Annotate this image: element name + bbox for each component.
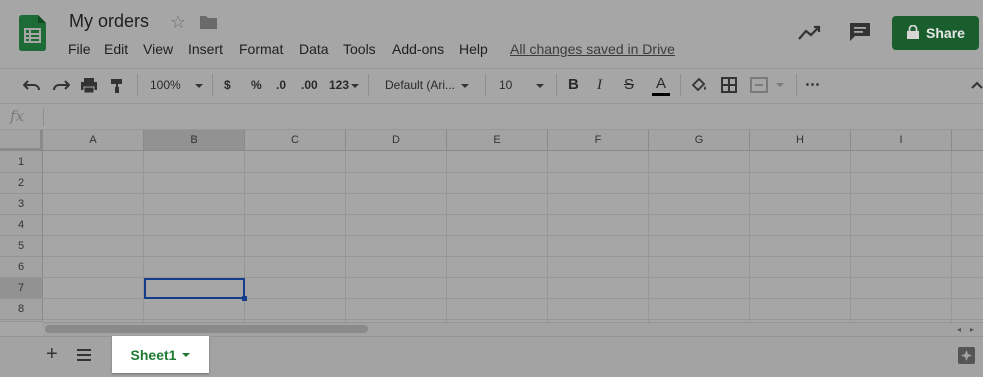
more-options-icon[interactable]: ⋯ [805, 75, 820, 95]
fx-icon: fx [10, 107, 25, 125]
comment-icon[interactable] [849, 22, 871, 47]
zoom-select[interactable]: 100% [150, 75, 203, 95]
strikethrough-button[interactable]: S [624, 75, 634, 95]
sheets-logo-icon[interactable] [19, 15, 46, 51]
increase-decimal-button[interactable]: .00 [301, 75, 318, 95]
collapse-menu-icon[interactable] [970, 75, 983, 95]
gridline [446, 151, 447, 322]
scroll-right-icon[interactable]: ▸ [970, 325, 974, 334]
scroll-left-icon[interactable]: ◂ [957, 325, 961, 334]
decrease-decimal-button[interactable]: .0 [276, 75, 286, 95]
add-sheet-icon[interactable]: + [46, 343, 58, 366]
formula-divider [43, 108, 44, 126]
save-status-link[interactable]: All changes saved in Drive [510, 41, 675, 57]
selected-cell-b7[interactable] [144, 278, 245, 299]
star-icon[interactable]: ☆ [170, 12, 186, 33]
menu-view[interactable]: View [143, 41, 173, 57]
toolbar-divider [556, 74, 557, 96]
toolbar-divider [680, 74, 681, 96]
gridline [850, 151, 851, 322]
formula-input[interactable] [50, 107, 970, 127]
print-icon[interactable] [80, 75, 98, 95]
folder-icon[interactable] [200, 15, 217, 29]
gridline [43, 214, 983, 215]
menu-help[interactable]: Help [459, 41, 488, 57]
sheet-tab-label: Sheet1 [130, 346, 177, 363]
number-format-select[interactable]: 123 [329, 75, 360, 95]
menu-tools[interactable]: Tools [343, 41, 376, 57]
percent-format-button[interactable]: % [251, 75, 262, 95]
gridline [749, 151, 750, 322]
fill-handle[interactable] [242, 296, 247, 301]
menu-edit[interactable]: Edit [104, 41, 128, 57]
scrollbar-thumb[interactable] [45, 325, 368, 333]
sheet-tab-sheet1[interactable]: Sheet1 [112, 336, 209, 373]
menu-format[interactable]: Format [239, 41, 283, 57]
font-family-select[interactable]: Default (Ari... [385, 75, 470, 95]
share-label: Share [926, 25, 965, 41]
gridline [951, 151, 952, 322]
borders-icon[interactable] [720, 75, 738, 95]
menu-addons[interactable]: Add-ons [392, 41, 444, 57]
redo-icon[interactable] [52, 75, 71, 95]
all-sheets-icon[interactable] [77, 348, 91, 366]
gridline [43, 172, 983, 173]
toolbar-divider [796, 74, 797, 96]
toolbar [0, 68, 983, 104]
gridline [43, 193, 983, 194]
document-title[interactable]: My orders [69, 11, 149, 32]
bold-button[interactable]: B [568, 75, 579, 95]
gridline [648, 151, 649, 322]
currency-format-button[interactable]: $ [224, 75, 231, 95]
toolbar-divider [137, 74, 138, 96]
toolbar-divider [485, 74, 486, 96]
gridline [43, 256, 983, 257]
toolbar-divider [212, 74, 213, 96]
fill-color-icon[interactable] [690, 75, 708, 95]
font-size-select[interactable]: 10 [499, 75, 545, 95]
menu-file[interactable]: File [68, 41, 91, 57]
explore-icon[interactable] [958, 347, 975, 364]
gridline [43, 235, 983, 236]
gridline [345, 151, 346, 322]
lock-icon [906, 24, 920, 42]
text-color-button[interactable]: A [652, 75, 670, 96]
italic-button[interactable]: I [597, 75, 602, 95]
menu-data[interactable]: Data [299, 41, 329, 57]
activity-trend-icon[interactable] [798, 24, 822, 47]
gridline [547, 151, 548, 322]
gridline [43, 319, 983, 320]
chevron-down-icon[interactable] [182, 352, 191, 357]
menu-insert[interactable]: Insert [188, 41, 223, 57]
merge-cells-icon[interactable] [750, 75, 786, 95]
paint-format-icon[interactable] [109, 75, 125, 95]
share-button[interactable]: Share [892, 16, 979, 50]
undo-icon[interactable] [22, 75, 41, 95]
toolbar-divider [368, 74, 369, 96]
